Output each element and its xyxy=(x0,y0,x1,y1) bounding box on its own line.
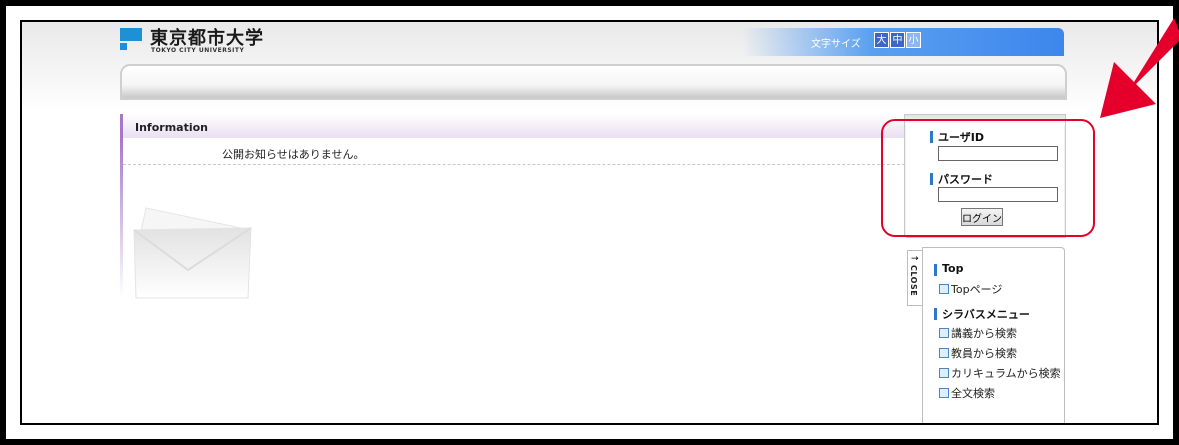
logo-subtext: TOKYO CITY UNIVERSITY xyxy=(151,47,245,54)
menu-item-full-text-search[interactable]: 全文検索 xyxy=(939,385,995,401)
information-header: Information xyxy=(120,114,905,138)
font-size-large-button[interactable]: 大 xyxy=(874,32,889,48)
information-panel: Information 公開お知らせはありません。 xyxy=(120,114,905,309)
font-size-small-button[interactable]: 小 xyxy=(906,32,921,48)
information-divider xyxy=(123,164,905,165)
link-arrow-icon xyxy=(939,284,949,294)
information-message: 公開お知らせはありません。 xyxy=(222,148,365,161)
menu-item-search-by-lecture[interactable]: 講義から検索 xyxy=(939,325,1017,341)
link-arrow-icon xyxy=(939,328,949,338)
menu-item-label: 教員から検索 xyxy=(951,347,1017,360)
screenshot-frame: 東京都市大学 TOKYO CITY UNIVERSITY 文字サイズ 大 中 小… xyxy=(6,6,1179,439)
menu-item-label: カリキュラムから検索 xyxy=(951,367,1061,380)
menu-section-syllabus: シラバスメニュー xyxy=(934,308,1030,321)
menu-item-search-by-teacher[interactable]: 教員から検索 xyxy=(939,345,1017,361)
logo-icon xyxy=(120,28,142,41)
close-tab-label: CLOSE xyxy=(909,265,918,297)
menu-section-top: Top xyxy=(933,262,964,276)
menu-item-top-page[interactable]: Topページ xyxy=(939,281,1002,297)
menu-item-label: Topページ xyxy=(951,283,1003,296)
font-size-medium-button[interactable]: 中 xyxy=(890,32,905,48)
logo-icon-small xyxy=(120,43,127,50)
information-accent-line xyxy=(120,138,123,298)
envelope-icon xyxy=(133,207,252,299)
highlight-box xyxy=(881,119,1095,237)
link-arrow-icon xyxy=(939,348,949,358)
side-menu: Top Topページ シラバスメニュー 講義から検索 教員から検索 カリキュラム… xyxy=(922,247,1065,423)
page-viewport: 東京都市大学 TOKYO CITY UNIVERSITY 文字サイズ 大 中 小… xyxy=(20,20,1159,425)
navigation-bar xyxy=(120,64,1067,100)
red-pointer-arrow-icon xyxy=(1100,18,1179,118)
font-size-label: 文字サイズ xyxy=(811,39,861,50)
menu-item-search-by-curriculum[interactable]: カリキュラムから検索 xyxy=(939,365,1061,381)
information-title: Information xyxy=(135,121,208,134)
menu-item-label: 講義から検索 xyxy=(951,327,1017,340)
menu-item-label: 全文検索 xyxy=(951,387,995,400)
close-arrow-icon: → xyxy=(911,254,919,264)
link-arrow-icon xyxy=(939,388,949,398)
link-arrow-icon xyxy=(939,368,949,378)
